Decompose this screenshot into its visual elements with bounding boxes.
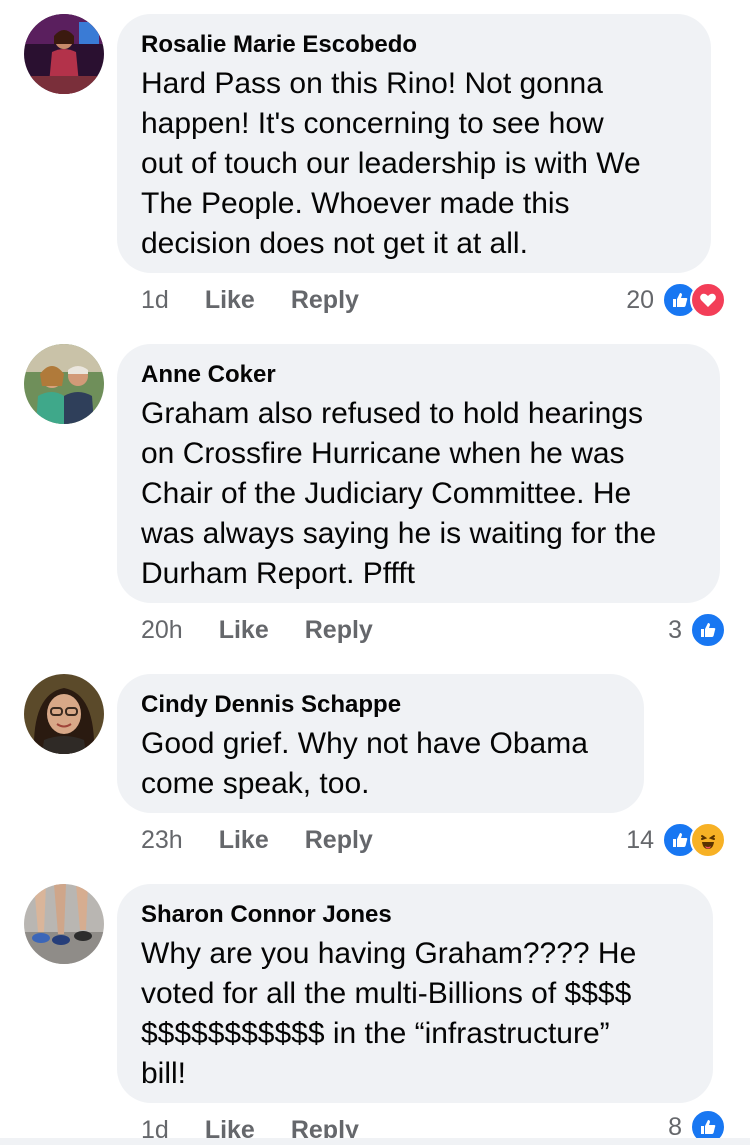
comment-bubble: Rosalie Marie Escobedo Hard Pass on this… <box>117 14 711 273</box>
avatar-image <box>24 14 104 94</box>
comment-bubble: Cindy Dennis Schappe Good grief. Why not… <box>117 674 644 813</box>
avatar-image <box>24 674 104 754</box>
comment-timestamp[interactable]: 1d <box>141 285 169 315</box>
comment-bubble: Anne Coker Graham also refused to hold h… <box>117 344 720 603</box>
comment-text-line: Graham also refused to hold hearings <box>141 397 643 430</box>
comment-text-line: on Crossfire Hurricane when he was <box>141 437 625 470</box>
love-icon <box>690 282 726 318</box>
comment-text-line: come speak, too. <box>141 767 370 800</box>
comment-bubble: Sharon Connor Jones Why are you having G… <box>117 884 713 1103</box>
comment-text-line: out of touch our leadership is with We <box>141 147 641 180</box>
comment-text: Good grief. Why not have Obama come spea… <box>141 724 620 804</box>
reply-button[interactable]: Reply <box>305 825 373 855</box>
comment-text-line: bill! <box>141 1057 187 1090</box>
comment-text-line: was always saying he is waiting for the <box>141 517 657 550</box>
comment-timestamp[interactable]: 23h <box>141 825 183 855</box>
avatar[interactable] <box>24 884 104 964</box>
comment-author[interactable]: Rosalie Marie Escobedo <box>141 30 687 60</box>
bottom-divider <box>0 1138 750 1145</box>
reaction-summary[interactable]: 14 <box>626 822 726 858</box>
comment-actions: 20h Like Reply <box>141 615 409 645</box>
avatar-image <box>24 884 104 964</box>
comment-actions: 1d Like Reply <box>141 285 395 315</box>
reply-button[interactable]: Reply <box>291 285 359 315</box>
haha-icon <box>690 822 726 858</box>
comment-timestamp[interactable]: 20h <box>141 615 183 645</box>
avatar-image <box>24 344 104 424</box>
comment-text-line: The People. Whoever made this <box>141 187 570 220</box>
comment-text-line: voted for all the multi-Billions of $$$$ <box>141 977 632 1010</box>
comment-author[interactable]: Cindy Dennis Schappe <box>141 690 620 720</box>
reaction-count: 20 <box>626 285 654 314</box>
comment-text: Why are you having Graham???? He voted f… <box>141 934 689 1094</box>
comment-text-line: decision does not get it at all. <box>141 227 528 260</box>
comment-text-line: Chair of the Judiciary Committee. He <box>141 477 632 510</box>
comment-author[interactable]: Anne Coker <box>141 360 696 390</box>
like-icon <box>690 612 726 648</box>
like-button[interactable]: Like <box>219 825 269 855</box>
avatar[interactable] <box>24 674 104 754</box>
like-button[interactable]: Like <box>219 615 269 645</box>
comment-text: Graham also refused to hold hearings on … <box>141 394 696 594</box>
comment-actions: 23h Like Reply <box>141 825 409 855</box>
reaction-summary[interactable]: 20 <box>626 282 726 318</box>
comment-text-line: $$$$$$$$$$$ in the “infrastructure” <box>141 1017 610 1050</box>
reaction-count: 14 <box>626 825 654 854</box>
avatar[interactable] <box>24 14 104 94</box>
comment-text-line: Hard Pass on this Rino! Not gonna <box>141 67 603 100</box>
avatar[interactable] <box>24 344 104 424</box>
comment-author[interactable]: Sharon Connor Jones <box>141 900 689 930</box>
comment-text-line: happen! It's concerning to see how <box>141 107 604 140</box>
comment-text-line: Durham Report. Pffft <box>141 557 416 590</box>
reaction-count: 3 <box>668 615 682 644</box>
comment-text: Hard Pass on this Rino! Not gonna happen… <box>141 64 687 264</box>
comment-text-line: Good grief. Why not have Obama <box>141 727 588 760</box>
reaction-summary[interactable]: 3 <box>668 612 726 648</box>
like-button[interactable]: Like <box>205 285 255 315</box>
comment-text-line: Why are you having Graham???? He <box>141 937 637 970</box>
reply-button[interactable]: Reply <box>305 615 373 645</box>
